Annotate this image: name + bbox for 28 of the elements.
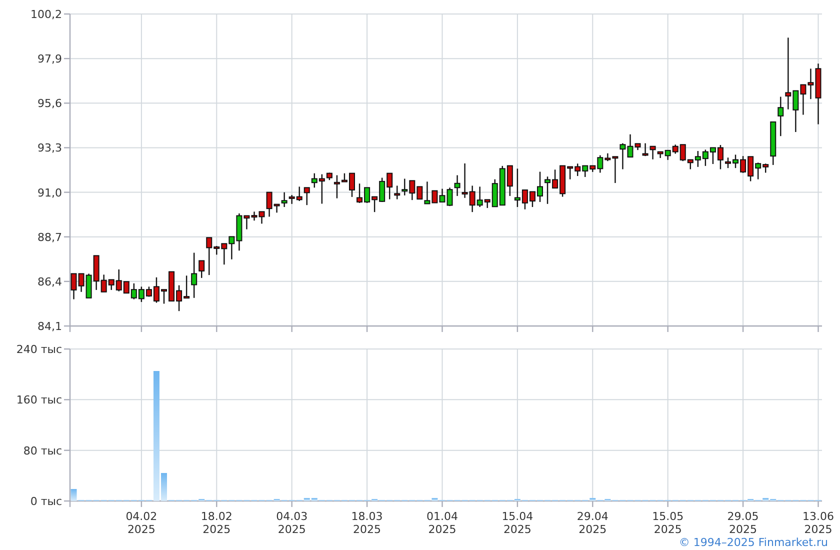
y-axis-label: 100,2 (30, 8, 62, 21)
x-axis-label: 04.03 2025 (276, 510, 308, 534)
y-axis-label: 86,4 (38, 275, 62, 288)
copyright-link[interactable]: © 1994–2025 Finmarket.ru (678, 536, 828, 548)
y-axis-label: 80 тыс (23, 444, 62, 458)
volume-bar (161, 473, 167, 501)
x-axis-label: 01.04 2025 (426, 510, 458, 534)
candle (725, 158, 731, 168)
x-axis-label: 29.05 2025 (727, 510, 759, 534)
x-axis-label: 13.06 2025 (802, 510, 834, 534)
y-axis-label: 91,0 (38, 186, 62, 200)
x-axis-label: 18.03 2025 (351, 510, 383, 534)
y-axis-label: 0 тыс (30, 495, 62, 508)
x-axis-label: 15.04 2025 (502, 510, 534, 534)
x-axis-label: 15.05 2025 (652, 510, 684, 534)
x-axis-label: 04.02 2025 (126, 510, 158, 534)
y-axis-label: 93,3 (38, 142, 62, 155)
y-axis-label: 84,1 (38, 320, 62, 333)
y-axis-label: 97,9 (38, 52, 62, 66)
y-axis-label: 88,7 (38, 230, 62, 244)
y-axis-label: 240 тыс (16, 343, 62, 356)
candle (537, 172, 543, 202)
y-axis-label: 95,6 (38, 97, 62, 110)
x-axis-label: 18.02 2025 (200, 510, 232, 534)
candle (349, 172, 355, 197)
y-axis-label: 160 тыс (16, 394, 62, 407)
x-axis-label: 29.04 2025 (576, 510, 608, 534)
candle (161, 289, 167, 304)
